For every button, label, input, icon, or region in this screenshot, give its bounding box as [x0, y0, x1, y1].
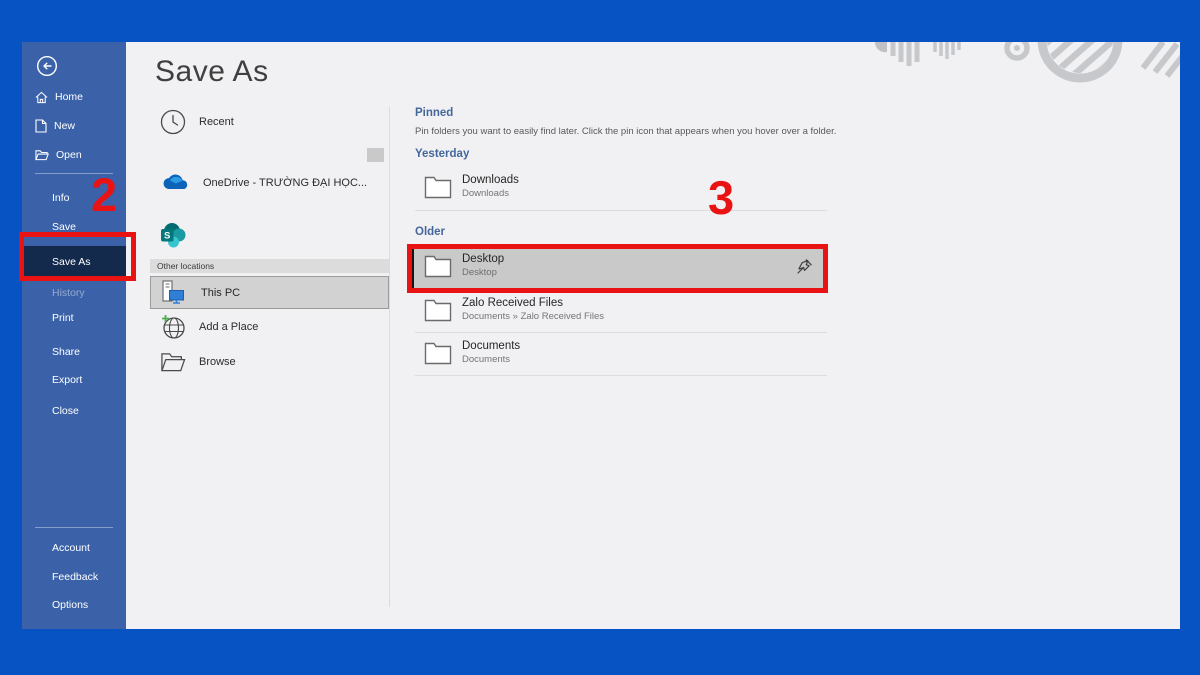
column-divider [389, 107, 390, 607]
svg-text:S: S [164, 231, 170, 242]
folder-path: Documents [462, 354, 511, 365]
folder-name: Desktop [462, 253, 505, 265]
new-document-icon [35, 119, 47, 133]
home-icon [35, 91, 48, 103]
recent-folders-panel: Pinned Pin folders you want to easily fi… [412, 42, 836, 629]
back-arrow-icon [36, 55, 58, 77]
clock-icon [160, 109, 186, 135]
sidebar-item-share[interactable]: Share [52, 346, 80, 359]
place-sharepoint-site[interactable]: S [160, 222, 186, 248]
folder-item-zalo-received-files[interactable]: Zalo Received Files Documents » Zalo Rec… [415, 294, 827, 332]
sidebar-item-new[interactable]: New [35, 118, 75, 134]
folder-icon [424, 255, 452, 278]
sidebar-item-label: New [54, 120, 76, 132]
folder-item-downloads[interactable]: Downloads Downloads [415, 171, 827, 209]
folder-item-documents[interactable]: Documents Documents [415, 337, 827, 375]
row-separator [415, 375, 827, 376]
place-browse[interactable]: Browse [160, 349, 236, 375]
add-place-globe-icon [162, 315, 185, 339]
folder-icon [424, 299, 452, 322]
folder-text: Documents Documents [462, 337, 520, 365]
browse-folder-icon [161, 353, 186, 372]
sidebar-divider [35, 527, 113, 528]
other-locations-label: Other locations [157, 261, 215, 271]
folder-text: Desktop Desktop [462, 245, 504, 278]
this-pc-icon [162, 280, 184, 304]
folder-name: Downloads [462, 174, 519, 186]
sidebar-item-save[interactable]: Save [52, 221, 76, 234]
folder-path: Desktop [462, 267, 497, 278]
sidebar-item-home[interactable]: Home [35, 89, 83, 105]
sidebar-item-label: Save As [52, 255, 91, 268]
sidebar-item-label: Open [56, 149, 82, 161]
row-separator [415, 210, 827, 211]
place-recent[interactable]: Recent [160, 109, 234, 135]
place-label: Recent [199, 116, 234, 128]
section-heading-pinned: Pinned [415, 107, 454, 119]
backstage-view: Home New Open Info Save Save As History … [22, 42, 1180, 629]
place-label: Add a Place [199, 321, 259, 333]
folder-path: Downloads [462, 188, 509, 199]
other-locations-header: Other locations [150, 259, 389, 273]
page-title: Save As [155, 55, 269, 88]
onedrive-icon [163, 174, 188, 189]
sidebar-item-export[interactable]: Export [52, 374, 82, 387]
section-heading-older: Older [415, 226, 446, 238]
place-this-pc[interactable]: This PC [150, 276, 389, 309]
section-heading-yesterday: Yesterday [415, 148, 470, 160]
sidebar-item-save-as[interactable]: Save As [22, 246, 126, 277]
sidebar-item-label: Home [55, 91, 84, 103]
back-button[interactable] [36, 55, 58, 77]
sidebar-item-feedback[interactable]: Feedback [52, 571, 98, 584]
place-label: This PC [201, 286, 241, 299]
sidebar-item-print[interactable]: Print [52, 312, 74, 325]
sidebar-item-options[interactable]: Options [52, 599, 88, 612]
app-window: Home New Open Info Save Save As History … [0, 0, 1200, 675]
pinned-description: Pin folders you want to easily find late… [415, 126, 837, 137]
place-onedrive[interactable]: OneDrive - TRƯỜNG ĐẠI HỌC... [160, 170, 367, 196]
row-separator [415, 332, 827, 333]
folder-name: Zalo Received Files [462, 297, 563, 309]
folder-item-desktop[interactable]: Desktop Desktop [412, 245, 827, 290]
sidebar-item-account[interactable]: Account [52, 542, 90, 555]
scrollbar-thumb[interactable] [367, 148, 384, 162]
sidebar-item-history: History [52, 287, 85, 299]
sidebar-item-close[interactable]: Close [52, 405, 79, 418]
place-label: OneDrive - TRƯỜNG ĐẠI HỌC... [203, 177, 368, 189]
folder-icon [424, 176, 452, 199]
sidebar-item-open[interactable]: Open [35, 147, 82, 163]
backstage-sidebar: Home New Open Info Save Save As History … [22, 42, 126, 629]
place-add-a-place[interactable]: Add a Place [160, 314, 258, 340]
place-label: Browse [199, 356, 236, 368]
folder-path: Documents » Zalo Received Files [462, 311, 605, 322]
decorative-pattern [874, 42, 1180, 83]
folder-text: Zalo Received Files Documents » Zalo Rec… [462, 294, 604, 322]
folder-name: Documents [462, 340, 521, 352]
sharepoint-icon: S [161, 223, 186, 248]
pin-icon[interactable] [796, 258, 813, 275]
sidebar-item-info[interactable]: Info [52, 192, 70, 205]
open-folder-icon [35, 150, 49, 161]
folder-icon [424, 342, 452, 365]
folder-text: Downloads Downloads [462, 171, 519, 199]
sidebar-divider [35, 173, 113, 174]
